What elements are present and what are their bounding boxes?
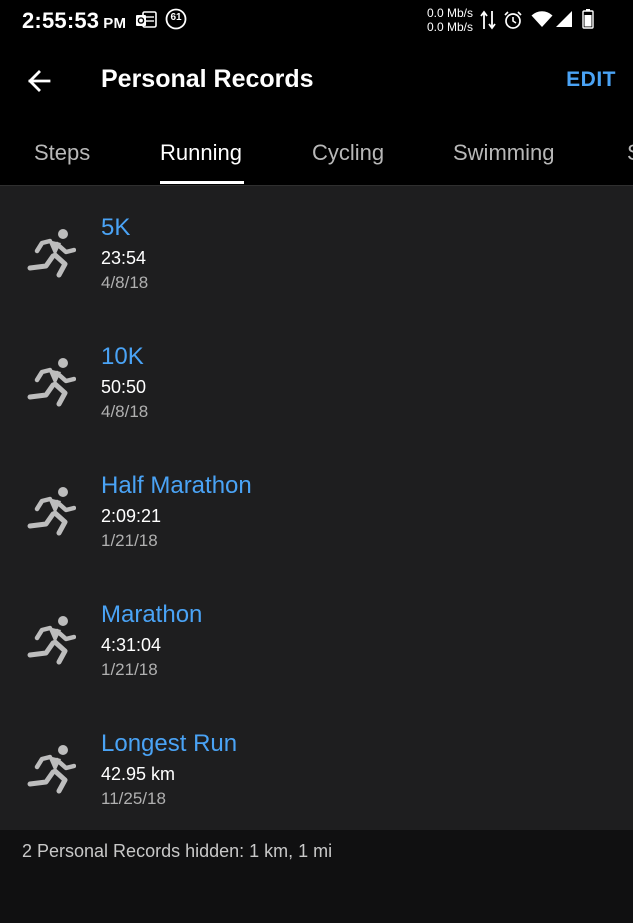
net-speed-up: 0.0 Mb/s bbox=[427, 6, 474, 20]
records-list: 5K 23:54 4/8/18 10K 50:50 4/8/18 Half Ma… bbox=[0, 186, 633, 830]
alarm-icon bbox=[504, 11, 522, 29]
record-title: 10K bbox=[101, 343, 144, 370]
record-item-marathon[interactable]: Marathon 4:31:04 1/21/18 bbox=[0, 573, 633, 702]
record-title: Longest Run bbox=[101, 730, 238, 757]
record-title: Marathon bbox=[101, 601, 203, 628]
notification-count-badge: 61 bbox=[165, 8, 187, 30]
record-date: 11/25/18 bbox=[101, 789, 166, 808]
record-date: 4/8/18 bbox=[101, 273, 149, 292]
record-value: 50:50 bbox=[101, 377, 147, 397]
record-value: 4:31:04 bbox=[101, 635, 162, 655]
status-ampm: PM bbox=[103, 15, 127, 32]
record-date: 4/8/18 bbox=[101, 402, 149, 421]
tab-steps[interactable]: Steps bbox=[34, 140, 90, 166]
back-arrow-icon[interactable] bbox=[22, 64, 56, 98]
active-tab-indicator bbox=[160, 181, 244, 184]
wifi-icon bbox=[531, 11, 553, 27]
app-bar: Personal Records EDIT bbox=[0, 42, 633, 120]
running-icon bbox=[27, 616, 76, 665]
status-clock: 2:55:53 bbox=[22, 8, 100, 33]
record-title: 5K bbox=[101, 214, 131, 241]
net-speed-down: 0.0 Mb/s bbox=[427, 20, 474, 34]
running-icon bbox=[27, 487, 76, 536]
record-date: 1/21/18 bbox=[101, 531, 158, 550]
tab-cycling[interactable]: Cycling bbox=[312, 140, 384, 166]
notification-count: 61 bbox=[170, 12, 182, 23]
tab-more[interactable]: S bbox=[627, 140, 633, 166]
status-bar: 2:55:53 PM 61 0.0 Mb/s 0.0 Mb/s bbox=[0, 0, 633, 42]
record-value: 2:09:21 bbox=[101, 506, 162, 526]
data-transfer-icon bbox=[480, 10, 496, 30]
tab-swimming[interactable]: Swimming bbox=[453, 140, 554, 166]
page-title: Personal Records bbox=[101, 65, 314, 93]
status-time: 2:55:53 PM bbox=[22, 8, 126, 34]
edit-button[interactable]: EDIT bbox=[566, 68, 616, 92]
record-item-half-marathon[interactable]: Half Marathon 2:09:21 1/21/18 bbox=[0, 444, 633, 573]
record-item-5k[interactable]: 5K 23:54 4/8/18 bbox=[0, 186, 633, 315]
footer: 2 Personal Records hidden: 1 km, 1 mi bbox=[0, 830, 633, 923]
record-item-10k[interactable]: 10K 50:50 4/8/18 bbox=[0, 315, 633, 444]
tab-running[interactable]: Running bbox=[160, 140, 242, 166]
network-speed: 0.0 Mb/s 0.0 Mb/s bbox=[427, 6, 473, 34]
record-value: 23:54 bbox=[101, 248, 147, 268]
record-item-longest-run[interactable]: Longest Run 42.95 km 11/25/18 bbox=[0, 702, 633, 831]
tab-bar: Steps Running Cycling Swimming S bbox=[0, 120, 633, 185]
cell-signal-icon bbox=[556, 11, 572, 27]
outlook-notification-icon bbox=[136, 11, 157, 28]
battery-icon bbox=[582, 9, 594, 29]
record-value: 42.95 km bbox=[101, 764, 176, 784]
record-title: Half Marathon bbox=[101, 472, 252, 499]
running-icon bbox=[27, 358, 76, 407]
hidden-records-note[interactable]: 2 Personal Records hidden: 1 km, 1 mi bbox=[22, 841, 332, 862]
running-icon bbox=[27, 745, 76, 794]
record-date: 1/21/18 bbox=[101, 660, 158, 679]
running-icon bbox=[27, 229, 76, 278]
